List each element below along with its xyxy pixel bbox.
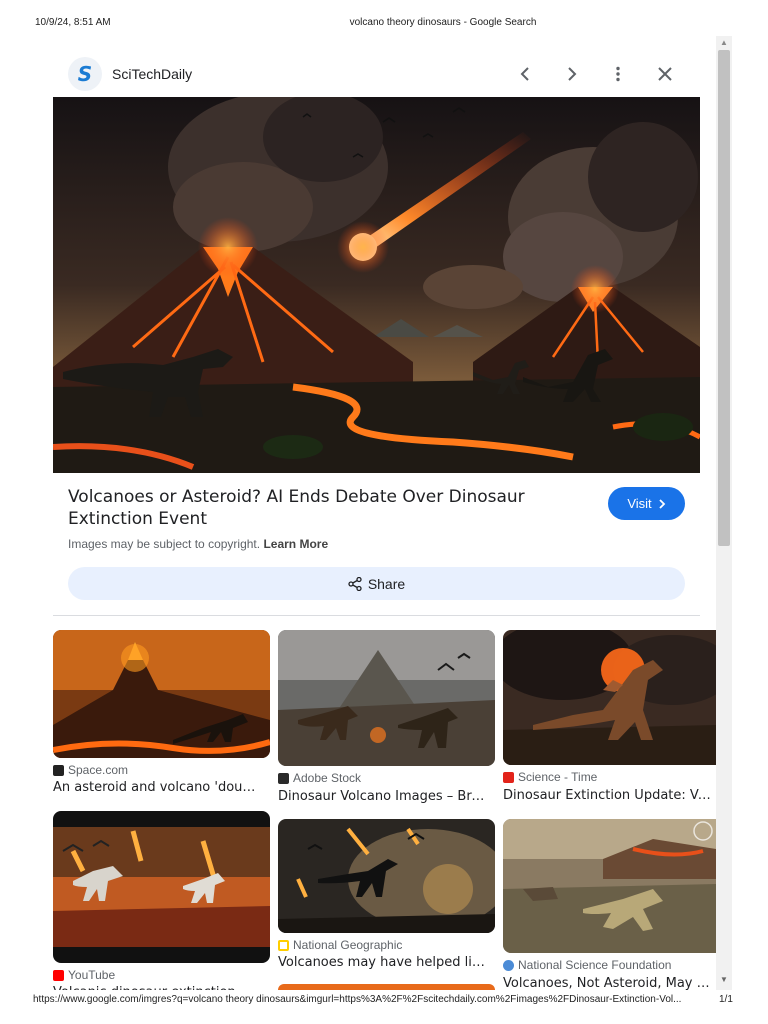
image-headline[interactable]: Volcanoes or Asteroid? AI Ends Debate Ov… — [68, 486, 588, 530]
share-button[interactable]: Share — [68, 567, 685, 600]
learn-more-link[interactable]: Learn More — [263, 537, 328, 551]
scroll-down-arrow-icon[interactable]: ▼ — [720, 975, 728, 984]
adobe-stock-favicon-icon — [278, 772, 289, 784]
related-source-nsf[interactable]: National Science Foundation — [503, 958, 671, 972]
share-icon — [348, 576, 362, 591]
youtube-favicon-icon — [53, 969, 64, 981]
more-vert-icon[interactable] — [602, 58, 634, 90]
related-source-label: Space.com — [68, 763, 129, 777]
source-logo-letter: S — [77, 62, 93, 86]
space-com-favicon-icon — [53, 764, 64, 776]
related-title[interactable]: Dinosaur Extinction Update: Vol… — [503, 788, 713, 803]
related-source-label: Adobe Stock — [293, 771, 362, 785]
close-icon[interactable] — [649, 58, 681, 90]
related-thumb-partial[interactable] — [278, 984, 495, 990]
related-source-national-geographic[interactable]: National Geographic — [278, 938, 402, 952]
related-source-label: National Science Foundation — [518, 958, 672, 972]
related-title[interactable]: Volcanic dinosaur extinction… — [53, 985, 263, 990]
visit-button[interactable]: Visit — [608, 487, 685, 520]
related-source-adobe-stock[interactable]: Adobe Stock — [278, 771, 361, 785]
related-title[interactable]: Volcanoes, Not Asteroid, May H… — [503, 976, 713, 991]
scroll-up-arrow-icon[interactable]: ▲ — [720, 38, 728, 47]
related-thumb-national-geographic[interactable] — [278, 819, 495, 933]
main-image[interactable] — [53, 97, 700, 473]
related-source-label: National Geographic — [293, 938, 403, 952]
related-source-youtube[interactable]: YouTube — [53, 968, 115, 982]
related-thumb-science-time[interactable] — [503, 630, 716, 765]
time-favicon-icon — [503, 771, 514, 783]
related-thumb-space-com[interactable] — [53, 630, 270, 758]
related-source-science-time[interactable]: Science - Time — [503, 770, 597, 784]
related-source-space-com[interactable]: Space.com — [53, 763, 128, 777]
chevron-left-icon[interactable] — [509, 58, 541, 90]
related-source-label: YouTube — [68, 968, 116, 982]
print-title: volcano theory dinosaurs - Google Search — [349, 17, 537, 28]
chevron-right-icon[interactable] — [556, 58, 588, 90]
copyright-text: Images may be subject to copyright. — [68, 537, 261, 551]
related-thumb-nsf[interactable] — [503, 819, 716, 953]
source-name[interactable]: SciTechDaily — [112, 66, 192, 82]
related-title[interactable]: Volcanoes may have helped life … — [278, 955, 488, 970]
related-thumb-adobe-stock[interactable] — [278, 630, 495, 766]
print-url: https://www.google.com/imgres?q=volcano … — [33, 994, 682, 1005]
share-label: Share — [367, 575, 406, 592]
scrollbar-thumb[interactable] — [718, 50, 730, 546]
related-thumb-youtube[interactable] — [53, 811, 270, 963]
chevron-right-small-icon — [659, 498, 665, 509]
visit-button-label: Visit — [627, 496, 652, 511]
source-logo[interactable]: S — [68, 57, 102, 91]
print-page-number: 1/1 — [719, 994, 733, 1005]
natgeo-favicon-icon — [278, 939, 289, 951]
divider — [53, 615, 700, 616]
related-source-label: Science - Time — [518, 770, 598, 784]
copyright-notice: Images may be subject to copyright. Lear… — [68, 537, 328, 551]
nsf-favicon-icon — [503, 959, 514, 971]
related-title[interactable]: An asteroid and volcano 'double… — [53, 780, 263, 795]
related-title[interactable]: Dinosaur Volcano Images – Bro… — [278, 789, 488, 804]
